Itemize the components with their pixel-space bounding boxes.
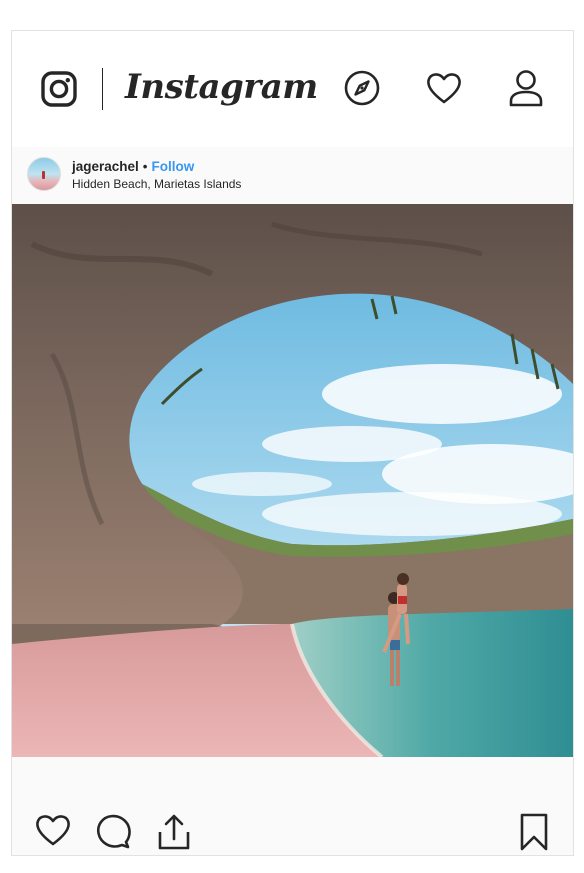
share-icon[interactable] bbox=[155, 813, 193, 851]
follow-button[interactable]: Follow bbox=[152, 159, 195, 174]
post-header: jagerachel • Follow Hidden Beach, Marietas… bbox=[12, 147, 573, 204]
post-card: Instagram jagerachel • Follow Hidden Bea… bbox=[11, 30, 574, 856]
top-navigation: Instagram bbox=[12, 31, 573, 148]
post-actions bbox=[12, 757, 573, 855]
nav-divider bbox=[102, 68, 103, 110]
instagram-wordmark[interactable]: Instagram bbox=[125, 67, 318, 107]
username-link[interactable]: jagerachel bbox=[72, 159, 139, 174]
like-heart-icon[interactable] bbox=[34, 813, 72, 851]
instagram-logo-icon[interactable] bbox=[40, 70, 78, 108]
save-bookmark-icon[interactable] bbox=[515, 813, 553, 851]
location-link[interactable]: Hidden Beach, Marietas Islands bbox=[72, 177, 241, 191]
nav-icons bbox=[343, 69, 545, 107]
profile-icon[interactable] bbox=[507, 69, 545, 107]
post-meta: jagerachel • Follow Hidden Beach, Marietas… bbox=[72, 159, 241, 191]
separator-dot: • bbox=[142, 159, 148, 174]
nav-brand[interactable]: Instagram bbox=[40, 67, 318, 111]
comment-icon[interactable] bbox=[95, 813, 133, 851]
avatar[interactable] bbox=[27, 157, 61, 191]
explore-compass-icon[interactable] bbox=[343, 69, 381, 107]
activity-heart-icon[interactable] bbox=[425, 69, 463, 107]
post-photo[interactable] bbox=[12, 204, 573, 757]
